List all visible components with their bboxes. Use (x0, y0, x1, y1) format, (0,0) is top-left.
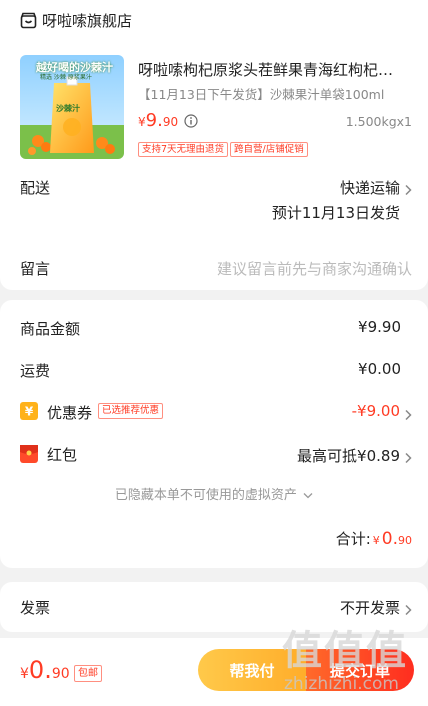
price-info-icon[interactable] (184, 113, 198, 128)
checkout-currency: ¥ (20, 666, 29, 682)
total-amount: ¥0. 90 (373, 529, 412, 549)
total-integer: 0. (381, 529, 398, 549)
product-price: ¥9. 90 (138, 110, 178, 131)
shop-name: 呀啦嗦旗舰店 (42, 11, 133, 30)
checkout-price: ¥0. 90 (20, 656, 70, 684)
message-input[interactable]: 建议留言前先与商家沟通确认 (217, 258, 412, 279)
free-shipping-tag: 包邮 (74, 665, 102, 682)
delivery-label: 配送 (20, 179, 51, 197)
promotion-tag: 跨自营/店铺促销 (230, 142, 308, 157)
checkout-decimal: 90 (51, 666, 70, 682)
goods-amount-value: ¥9.90 (358, 318, 401, 336)
return-policy-tag: 支持7天无理由退货 (138, 142, 229, 157)
thumb-pack-label: 沙棘汁 (56, 104, 80, 113)
shipping-fee-label: 运费 (20, 362, 51, 380)
invoice-label: 发票 (20, 599, 51, 617)
price-integer: 9. (145, 110, 163, 131)
svg-text:¥: ¥ (25, 405, 34, 419)
goods-amount-label: 商品金额 (20, 320, 81, 338)
shop-header[interactable]: 呀啦嗦旗舰店 (20, 9, 132, 31)
red-packet-icon (20, 445, 38, 463)
coupon-value[interactable]: -¥9.00 (352, 402, 400, 420)
price-decimal: 90 (162, 115, 179, 129)
product-spec: 【11月13日下午发货】沙棘果汁单袋100ml (138, 87, 385, 102)
product-quantity: 1.500kgx1 (345, 114, 412, 129)
coupon-icon: ¥ (20, 402, 38, 420)
price-currency: ¥ (138, 115, 146, 129)
help-me-pay-button[interactable]: 帮我付 (198, 649, 306, 691)
red-packet-value[interactable]: 最高可抵¥0.89 (297, 445, 400, 466)
total-decimal: 90 (398, 534, 412, 547)
order-item-card: 呀啦嗦旗舰店 越好喝的沙棘汁 精选 沙棘 原浆果汁 沙棘汁 呀啦嗦枸杞原浆头茬鲜… (0, 0, 428, 290)
delivery-chevron-icon[interactable] (404, 181, 412, 196)
thumb-subline: 精选 沙棘 原浆果汁 (40, 74, 92, 81)
invoice-value[interactable]: 不开发票 (340, 597, 400, 618)
total-currency: ¥ (372, 534, 380, 547)
delivery-method[interactable]: 快递运输 (340, 177, 400, 198)
hidden-assets-text: 已隐藏本单不可使用的虚拟资产 (114, 488, 297, 503)
shipping-fee-value: ¥0.00 (358, 360, 401, 378)
chevron-down-icon (303, 488, 313, 503)
checkout-integer: 0. (28, 656, 52, 684)
red-packet-chevron-icon[interactable] (404, 449, 412, 464)
message-label: 留言 (20, 260, 51, 278)
shop-icon (20, 12, 37, 29)
submit-order-button[interactable]: 提交订单 (306, 649, 414, 691)
hidden-assets-toggle[interactable]: 已隐藏本单不可使用的虚拟资产 (0, 484, 428, 503)
product-thumbnail[interactable]: 越好喝的沙棘汁 精选 沙棘 原浆果汁 沙棘汁 (20, 55, 124, 159)
red-packet-label: 红包 (47, 446, 78, 464)
coupon-label: 优惠券 (47, 404, 93, 422)
coupon-chevron-icon[interactable] (404, 406, 412, 421)
coupon-recommended-tag: 已选推荐优惠 (98, 403, 164, 419)
order-total: 合计: ¥0. 90 (336, 528, 412, 549)
delivery-eta: 预计11月13日发货 (271, 204, 400, 222)
invoice-chevron-icon[interactable] (404, 601, 412, 616)
total-label: 合计: (335, 530, 371, 548)
product-title[interactable]: 呀啦嗦枸杞原浆头茬鲜果青海红枸杞… (138, 59, 410, 80)
